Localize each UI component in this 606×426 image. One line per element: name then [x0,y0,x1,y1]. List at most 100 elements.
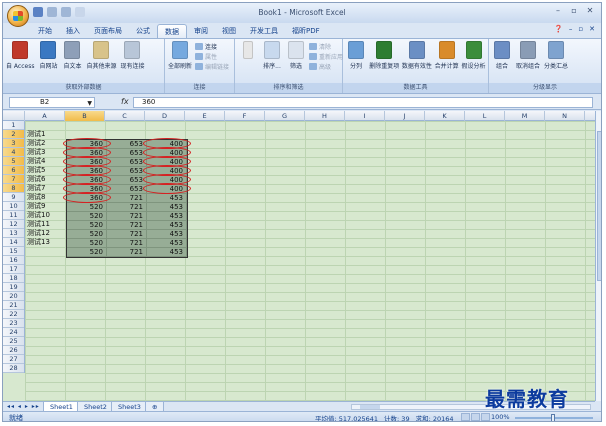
row-header-15[interactable]: 15 [3,247,24,256]
tab-2[interactable]: 页面布局 [87,24,129,38]
cell-a10[interactable]: 测试9 [26,202,66,211]
column-header-B[interactable]: B [65,111,105,121]
connections-item-0[interactable]: 连接 [195,42,229,51]
row-header-5[interactable]: 5 [3,157,24,166]
formula-input[interactable]: 360 [133,97,593,108]
tab-0[interactable]: 开始 [31,24,59,38]
data-cell[interactable]: 520 [67,221,107,230]
data-cell[interactable]: 520 [67,230,107,239]
cell-a1[interactable] [26,121,66,130]
tab-6[interactable]: 视图 [215,24,243,38]
row-header-19[interactable]: 19 [3,283,24,292]
data-cell[interactable]: 721 [107,221,147,230]
data-cell[interactable]: 653 [107,158,147,167]
column-header-F[interactable]: F [225,111,265,121]
data-cell[interactable]: 453 [147,212,187,221]
data-cell[interactable]: 360 [67,167,107,176]
row-header-8[interactable]: 8 [3,184,24,193]
data-cell[interactable]: 400 [147,158,187,167]
data-cell[interactable]: 400 [147,176,187,185]
data-cell[interactable]: 400 [147,149,187,158]
column-header-D[interactable]: D [145,111,185,121]
data-cell[interactable]: 721 [107,230,147,239]
worksheet-grid[interactable]: ABCDEFGHIJKLMN 1 2 3 4 5 6 7 8 9 10 11 12 13 14 15 16 17… [3,111,595,401]
row-header-16[interactable]: 16 [3,256,24,265]
column-header-A[interactable]: A [25,111,65,121]
data-cell[interactable]: 721 [107,203,147,212]
select-all-corner[interactable] [3,111,25,121]
cell-a9[interactable]: 测试8 [26,193,66,202]
row-header-18[interactable]: 18 [3,274,24,283]
data-cell[interactable]: 360 [67,140,107,149]
data-cell[interactable]: 721 [107,194,147,203]
office-button[interactable] [7,5,29,27]
data-cell[interactable]: 453 [147,230,187,239]
cell-a11[interactable]: 测试10 [26,211,66,220]
cell-a13[interactable]: 测试12 [26,229,66,238]
column-header-G[interactable]: G [265,111,305,121]
external-data-button-1[interactable]: 自网站 [37,41,59,70]
cell-a12[interactable]: 测试11 [26,220,66,229]
data-cell[interactable]: 360 [67,194,107,203]
data-cell[interactable]: 721 [107,239,147,248]
data-cell[interactable]: 520 [67,203,107,212]
data-cell[interactable]: 653 [107,140,147,149]
column-header-E[interactable]: E [185,111,225,121]
column-header-K[interactable]: K [425,111,465,121]
column-header-N[interactable]: N [545,111,585,121]
row-header-25[interactable]: 25 [3,337,24,346]
data-cell[interactable]: 400 [147,185,187,194]
page-break-icon[interactable] [481,413,490,421]
data-cell[interactable]: 453 [147,194,187,203]
help-icon[interactable]: ❓ [554,25,563,33]
row-header-11[interactable]: 11 [3,211,24,220]
maximize-icon[interactable]: ▫ [567,5,581,17]
vertical-scrollbar[interactable] [595,111,601,401]
row-header-10[interactable]: 10 [3,202,24,211]
data-cell[interactable]: 653 [107,149,147,158]
row-header-28[interactable]: 28 [3,364,24,373]
cell-a6[interactable]: 测试5 [26,166,66,175]
outline-button-1[interactable]: 取消组合 [515,41,541,70]
connections-item-1[interactable]: 属性 [195,52,229,61]
data-cell[interactable]: 360 [67,149,107,158]
refresh-all-button[interactable]: 全部刷新 [167,41,193,70]
column-header-M[interactable]: M [505,111,545,121]
column-header-L[interactable]: L [465,111,505,121]
ribbon-restore-icon[interactable]: ▫ [578,25,583,33]
data-cell[interactable]: 520 [67,239,107,248]
column-header-H[interactable]: H [305,111,345,121]
close-icon[interactable]: ✕ [583,5,597,17]
tab-7[interactable]: 开发工具 [243,24,285,38]
external-data-button-4[interactable]: 现有连接 [119,41,145,70]
name-box[interactable]: B2 ▼ [9,97,95,108]
external-data-button-0[interactable]: 自 Access [5,41,35,70]
row-header-24[interactable]: 24 [3,328,24,337]
sort-filter-item-2[interactable]: 高级 [309,62,343,71]
row-header-26[interactable]: 26 [3,346,24,355]
data-cell[interactable]: 721 [107,248,147,257]
row-header-6[interactable]: 6 [3,166,24,175]
data-cell[interactable]: 453 [147,248,187,257]
row-header-13[interactable]: 13 [3,229,24,238]
outline-button-2[interactable]: 分类汇总 [543,41,569,70]
data-cell[interactable]: 400 [147,140,187,149]
sort-button[interactable]: 排序... [261,41,283,70]
tab-8[interactable]: 福昕PDF [285,24,327,38]
row-header-2[interactable]: 2 [3,130,24,139]
row-header-20[interactable]: 20 [3,292,24,301]
cell-a4[interactable]: 测试3 [26,148,66,157]
row-header-21[interactable]: 21 [3,301,24,310]
data-cell[interactable]: 360 [67,185,107,194]
outline-button-0[interactable]: 组合 [491,41,513,70]
column-header-C[interactable]: C [105,111,145,121]
cell-a2[interactable]: 测试1 [26,130,66,139]
data-tools-button-2[interactable]: 数据有效性 [402,41,433,70]
cell-a14[interactable]: 测试13 [26,238,66,247]
row-header-4[interactable]: 4 [3,148,24,157]
data-cell[interactable]: 653 [107,185,147,194]
data-cell[interactable]: 721 [107,212,147,221]
function-icon[interactable]: fx [121,97,129,106]
tab-5[interactable]: 审阅 [187,24,215,38]
data-tools-button-3[interactable]: 合并计算 [434,41,459,70]
